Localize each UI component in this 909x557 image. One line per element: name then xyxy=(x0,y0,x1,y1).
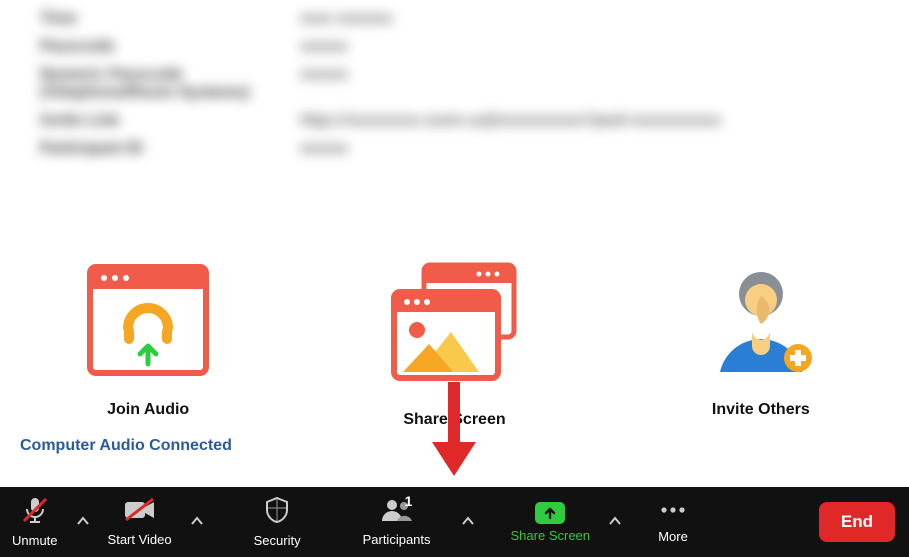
security-label: Security xyxy=(254,533,301,548)
participants-label: Participants xyxy=(363,532,431,547)
join-audio-action[interactable]: Join Audio xyxy=(83,260,213,419)
info-value: xxxxxx xyxy=(300,140,348,158)
shield-icon xyxy=(263,496,291,529)
join-audio-icon xyxy=(83,260,213,385)
share-screen-toolbar-label: Share Screen xyxy=(511,528,591,543)
share-screen-toolbar-icon xyxy=(535,502,565,524)
info-label: Time xyxy=(40,10,300,28)
invite-others-label: Invite Others xyxy=(712,401,810,419)
info-value: xxxx xxxxxxx xyxy=(300,10,392,28)
share-options-chevron[interactable] xyxy=(602,487,628,557)
share-screen-button[interactable]: Share Screen xyxy=(499,487,603,557)
microphone-muted-icon xyxy=(20,496,50,529)
invite-others-action[interactable]: Invite Others xyxy=(696,260,826,419)
video-options-chevron[interactable] xyxy=(184,487,210,557)
security-button[interactable]: Security xyxy=(242,487,313,557)
info-value: xxxxxx xyxy=(300,66,348,102)
info-label: Participant ID xyxy=(40,140,300,158)
info-value: xxxxxx xyxy=(300,38,348,56)
join-audio-label: Join Audio xyxy=(107,401,189,419)
unmute-button[interactable]: Unmute xyxy=(0,487,70,557)
info-label: Numeric Passcode (Telephone/Room Systems… xyxy=(40,66,300,102)
video-off-icon xyxy=(123,497,157,528)
chevron-up-icon xyxy=(462,513,474,531)
info-value: https://xxxxxxxxx.zoom.us/j/xxxxxxxxxxx?… xyxy=(300,112,721,130)
unmute-label: Unmute xyxy=(12,533,58,548)
invite-others-icon xyxy=(696,260,826,385)
more-ellipsis-icon xyxy=(658,500,688,525)
audio-status-text: Computer Audio Connected xyxy=(20,437,232,455)
share-screen-icon xyxy=(379,260,529,395)
annotation-arrow-icon xyxy=(430,382,478,482)
chevron-up-icon xyxy=(191,513,203,531)
participants-button[interactable]: 1 Participants xyxy=(351,487,455,557)
more-label: More xyxy=(658,529,688,544)
start-video-button[interactable]: Start Video xyxy=(96,487,184,557)
chevron-up-icon xyxy=(609,513,621,531)
chevron-up-icon xyxy=(77,513,89,531)
start-video-label: Start Video xyxy=(108,532,172,547)
participants-count: 1 xyxy=(405,493,413,509)
more-button[interactable]: More xyxy=(646,487,700,557)
meeting-toolbar: Unmute Start Video xyxy=(0,487,909,557)
participants-options-chevron[interactable] xyxy=(455,487,481,557)
info-label: Invite Link xyxy=(40,112,300,130)
meeting-info-blurred: Timexxxx xxxxxxx Passcodexxxxxx Numeric … xyxy=(40,0,879,210)
info-label: Passcode xyxy=(40,38,300,56)
audio-options-chevron[interactable] xyxy=(70,487,96,557)
end-button[interactable]: End xyxy=(819,502,895,542)
